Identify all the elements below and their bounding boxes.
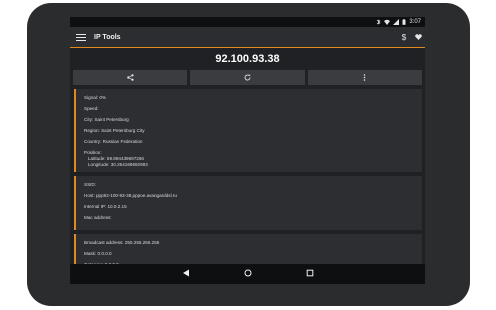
network-card: SSID: Host: ppp92-100-93-38.pppoe.avanga… bbox=[74, 176, 422, 230]
region-text: Region: Saint Petersburg City bbox=[84, 128, 145, 133]
refresh-icon bbox=[244, 74, 251, 81]
ssid-text: SSID: bbox=[84, 182, 96, 187]
bluetooth-icon bbox=[377, 19, 381, 25]
heart-icon bbox=[414, 33, 422, 40]
info-list: Signal: 0% Speed: City: Saint Petersburg… bbox=[74, 89, 422, 284]
action-buttons bbox=[73, 70, 422, 85]
host-text: Host: ppp92-100-93-38.pppoe.avangarddsl.… bbox=[84, 193, 177, 198]
location-card: Signal: 0% Speed: City: Saint Petersburg… bbox=[74, 89, 422, 172]
recents-icon bbox=[306, 269, 313, 277]
device-screen: 3:07 IP Tools $ 92.100.93.38 Signal: 0% … bbox=[70, 17, 425, 284]
speed-text: Speed: bbox=[84, 106, 99, 111]
status-bar: 3:07 bbox=[70, 17, 425, 27]
broadcast-text: Broadcast address: 255.255.255.255 bbox=[84, 240, 160, 245]
app-title: IP Tools bbox=[94, 33, 121, 41]
country-text: Country: Russian Federation bbox=[84, 139, 143, 144]
navigation-bar bbox=[70, 264, 425, 284]
donate-button[interactable]: $ bbox=[397, 33, 411, 42]
home-icon bbox=[244, 269, 251, 277]
ip-address: 92.100.93.38 bbox=[215, 53, 280, 65]
more-button[interactable] bbox=[307, 70, 422, 85]
signal-text: Signal: 0% bbox=[84, 95, 106, 100]
share-icon bbox=[126, 74, 134, 81]
battery-icon bbox=[402, 19, 406, 25]
menu-icon[interactable] bbox=[76, 33, 86, 41]
favorite-button[interactable] bbox=[411, 33, 425, 42]
wifi-icon bbox=[384, 19, 391, 25]
app-bar: IP Tools $ bbox=[70, 27, 425, 48]
status-time: 3:07 bbox=[409, 19, 421, 25]
refresh-button[interactable] bbox=[190, 70, 305, 85]
longitude-text: Longitude: 30.264169692993 bbox=[88, 162, 148, 167]
mask-text: Mask: 0.0.0.0 bbox=[84, 251, 112, 256]
back-button[interactable] bbox=[179, 269, 193, 279]
share-button[interactable] bbox=[73, 70, 188, 85]
mac-address-text: Mac address: bbox=[84, 215, 112, 220]
home-button[interactable] bbox=[241, 269, 255, 279]
back-icon bbox=[182, 269, 189, 277]
city-text: City: Saint Petersburg bbox=[84, 117, 129, 122]
more-vert-icon bbox=[364, 74, 366, 81]
recents-button[interactable] bbox=[303, 269, 317, 279]
internal-ip-text: Internal IP: 10.0.2.15 bbox=[84, 204, 127, 209]
signal-icon bbox=[393, 19, 400, 25]
